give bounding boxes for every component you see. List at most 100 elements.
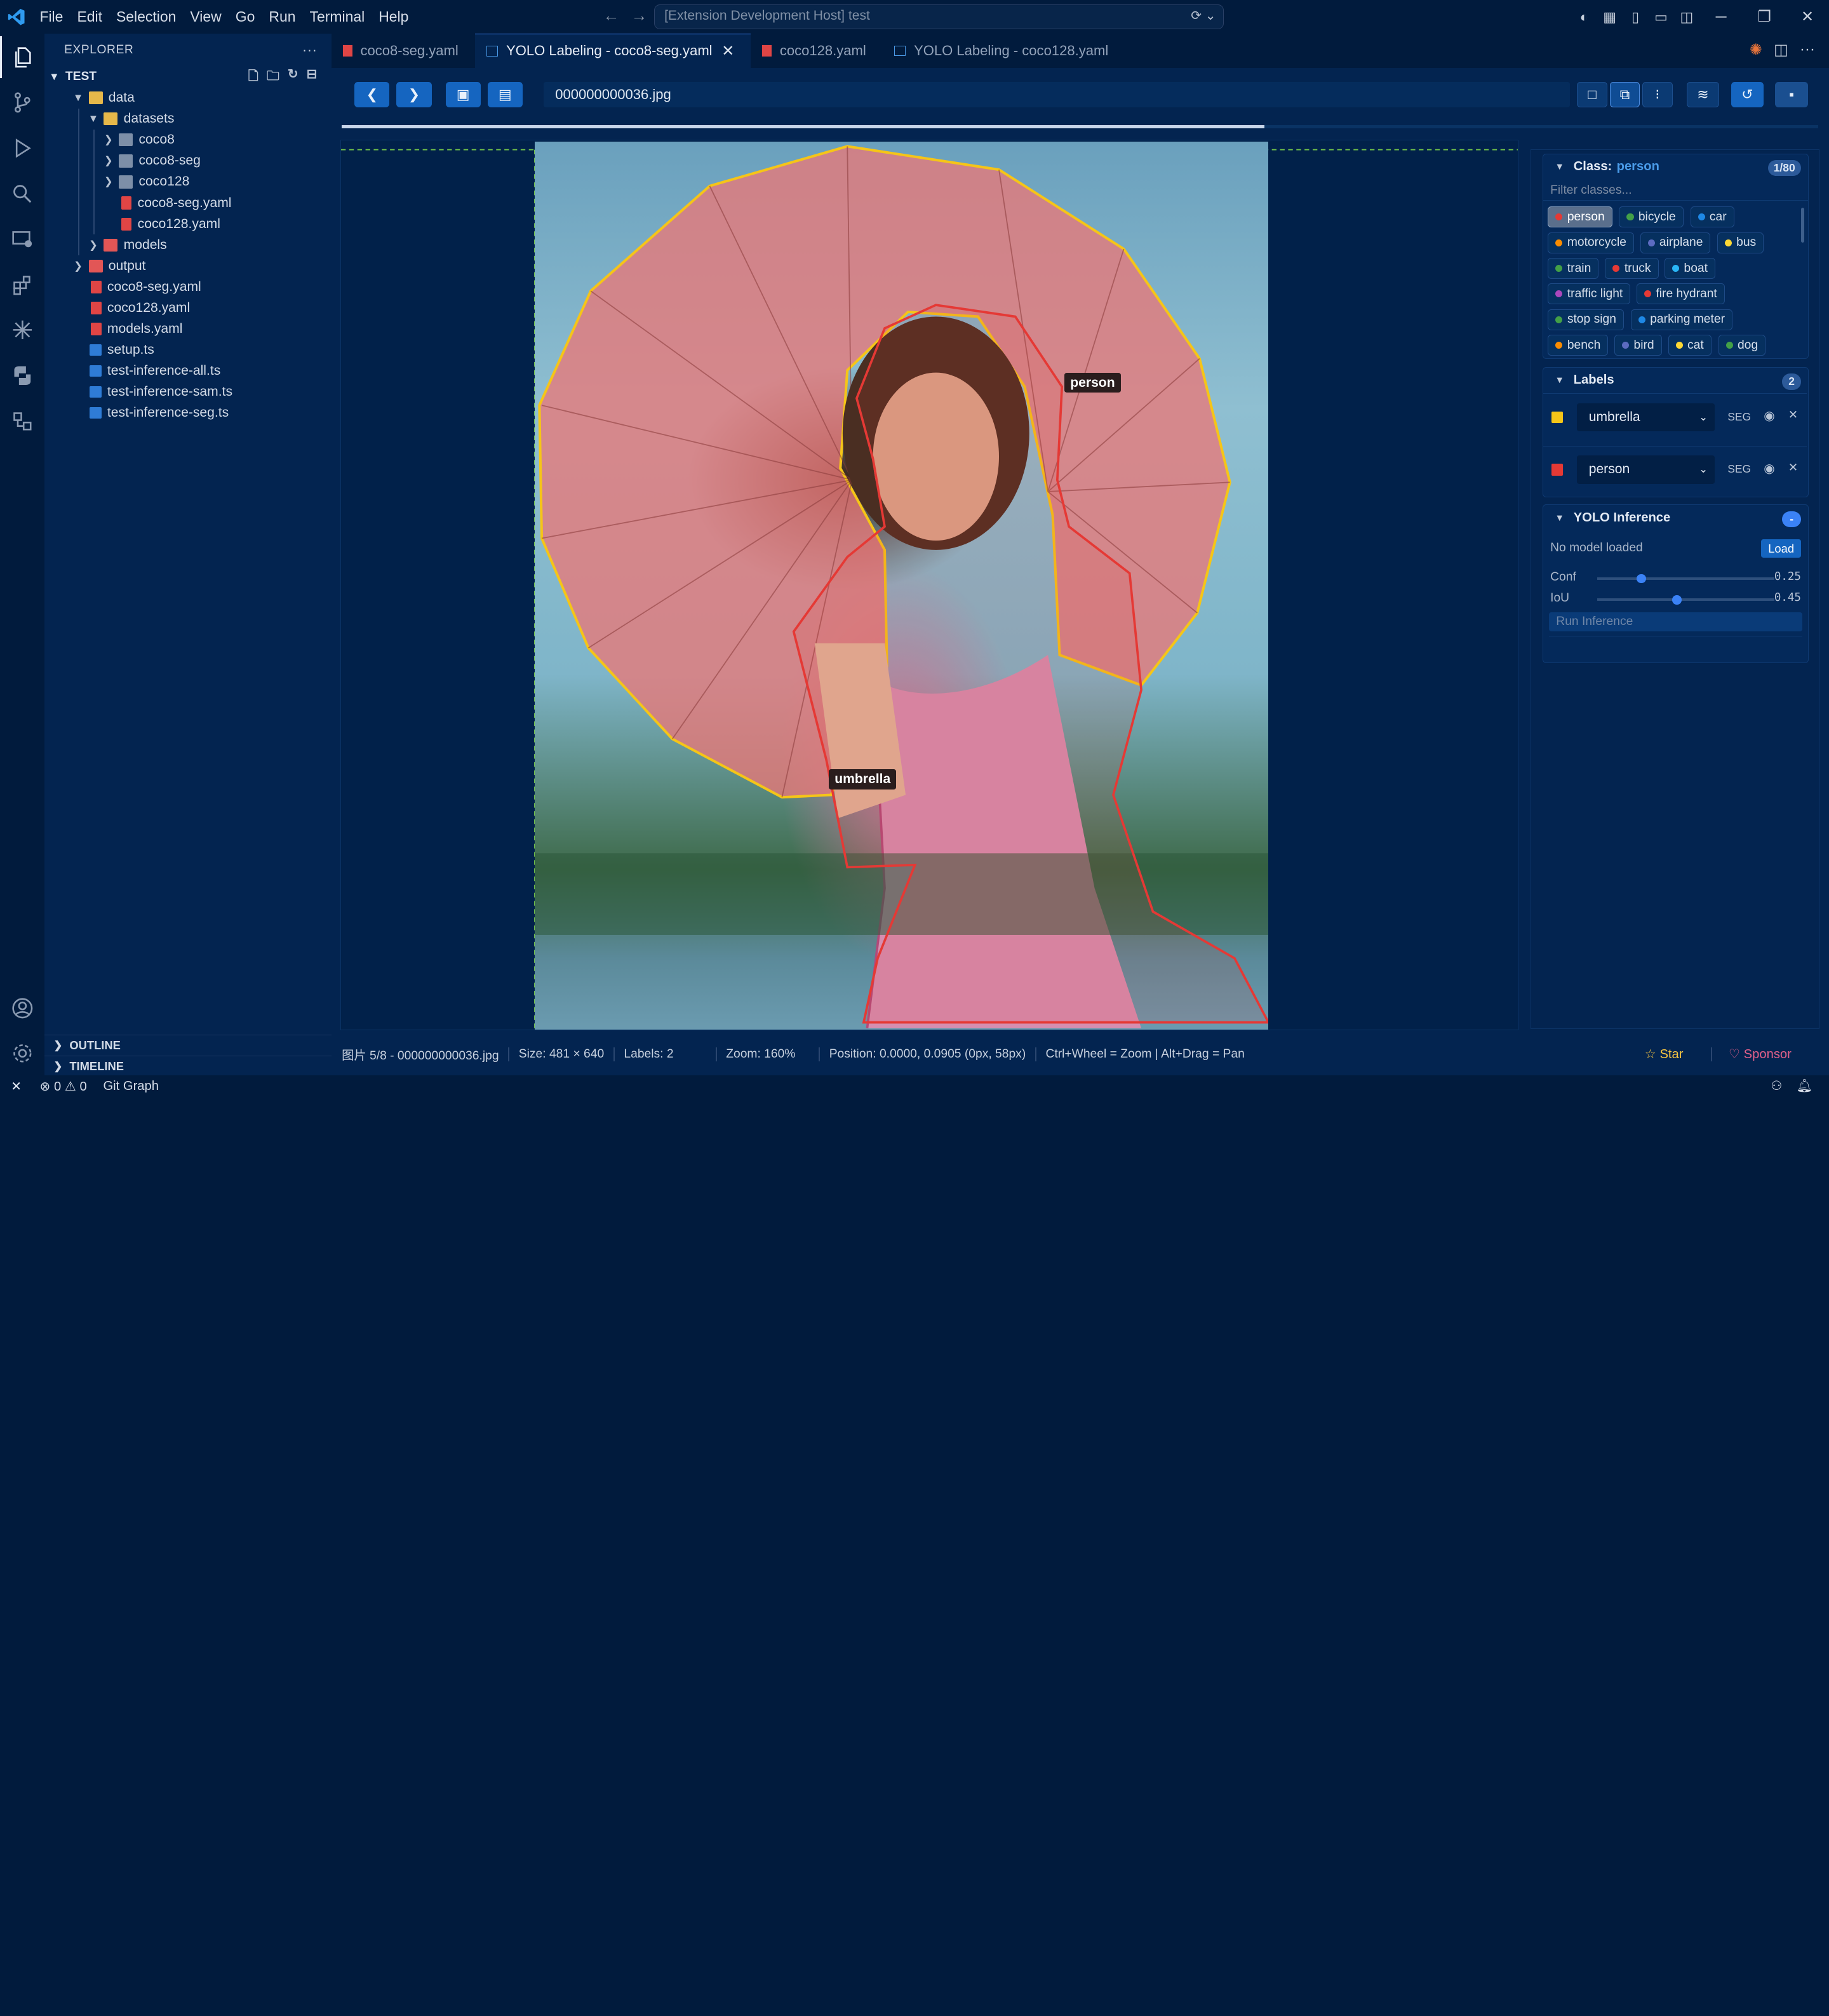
eye-icon[interactable]: ◉ (1764, 460, 1775, 476)
tree-item[interactable]: test-inference-sam.ts (44, 382, 332, 403)
run-inference-button[interactable]: Run Inference (1549, 612, 1802, 631)
copilot-status-icon[interactable]: ⚇ (1771, 1078, 1782, 1094)
minimize-icon[interactable]: ─ (1699, 8, 1743, 26)
conf-slider-knob[interactable] (1637, 574, 1646, 584)
class-chip[interactable]: fire hydrant (1637, 283, 1725, 305)
new-folder-icon[interactable]: 🗀 (267, 66, 279, 88)
class-chip[interactable]: car (1690, 206, 1734, 228)
undo-button[interactable]: ↺ (1731, 81, 1764, 107)
account-icon[interactable] (0, 987, 44, 1029)
menu-help[interactable]: Help (372, 0, 415, 34)
class-chip[interactable]: bus (1717, 232, 1764, 253)
tree-item[interactable]: ▼ data (44, 88, 332, 109)
open-image-button[interactable]: ▣ (445, 81, 481, 107)
class-chip[interactable]: train (1548, 258, 1599, 279)
eye-icon[interactable]: ◉ (1764, 408, 1775, 424)
copilot-icon[interactable]: ⟳ ⌄ (1191, 5, 1216, 27)
forward-arrow-icon[interactable]: → (631, 7, 648, 25)
settings-gear-icon[interactable] (0, 1032, 44, 1074)
refresh-icon[interactable]: ↻ (288, 66, 298, 88)
tree-item[interactable]: setup.ts (44, 339, 332, 360)
menu-terminal[interactable]: Terminal (303, 0, 372, 34)
more-actions-icon[interactable]: ··· (1800, 41, 1815, 59)
toggle-panel-icon[interactable]: ▭ (1648, 9, 1673, 25)
tree-item[interactable]: models.yaml (44, 318, 332, 339)
menu-edit[interactable]: Edit (70, 0, 109, 34)
class-chip[interactable]: dog (1718, 335, 1766, 356)
open-label-file-button[interactable]: ▤ (487, 81, 523, 107)
split-editor-icon[interactable]: ◫ (1774, 41, 1788, 59)
restore-icon[interactable]: ❐ (1743, 8, 1786, 26)
delete-label-icon[interactable]: ✕ (1788, 460, 1798, 474)
toggle-sidebar-icon[interactable]: ▯ (1623, 9, 1648, 25)
class-chip[interactable]: airplane (1640, 232, 1711, 253)
layers-button[interactable]: ≋ (1686, 81, 1720, 107)
tab-coco8-seg-yaml[interactable]: coco8-seg.yaml (332, 34, 475, 67)
class-chip[interactable]: boat (1665, 258, 1715, 279)
class-list-scrollbar[interactable] (1800, 208, 1805, 243)
tree-item[interactable]: ▼ datasets (44, 108, 332, 130)
class-chip[interactable]: bench (1548, 335, 1609, 356)
prev-image-button[interactable]: ❮ (354, 81, 390, 107)
person-segment-label[interactable]: person (1064, 372, 1121, 393)
tree-item[interactable]: test-inference-seg.ts (44, 403, 332, 424)
class-card-header[interactable]: ▼ Class: person 1/80 (1543, 154, 1808, 180)
next-image-button[interactable]: ❯ (396, 81, 432, 107)
source-control-icon[interactable] (0, 82, 44, 124)
tab-yolo-labeling-coco128[interactable]: YOLO Labeling - coco128.yaml (883, 34, 1125, 67)
box-mode-button[interactable]: □ (1577, 81, 1607, 107)
class-chip[interactable]: bird (1614, 335, 1662, 356)
run-debug-icon[interactable] (0, 127, 44, 169)
command-center[interactable]: [Extension Development Host] test ⟳ ⌄ (654, 4, 1224, 29)
iou-slider-knob[interactable] (1672, 595, 1682, 605)
menu-run[interactable]: Run (262, 0, 302, 34)
remote-explorer-icon[interactable] (0, 218, 44, 260)
close-tab-icon[interactable]: ✕ (721, 42, 734, 60)
umbrella-segment-label[interactable]: umbrella (829, 769, 897, 790)
pose-mode-button[interactable]: ⁝ (1642, 81, 1673, 107)
copilot-sparkle-icon[interactable] (0, 309, 44, 351)
class-chip[interactable]: stop sign (1548, 309, 1624, 330)
tab-yolo-labeling-coco8-seg[interactable]: YOLO Labeling - coco8-seg.yaml ✕ (474, 34, 751, 68)
tree-item[interactable]: coco8-seg.yaml (44, 276, 332, 297)
copilot-star-icon[interactable]: ✺ (1750, 41, 1762, 59)
workspace-section-header[interactable]: ▼ TEST 🗋 🗀 ↻ ⊟ (44, 67, 332, 88)
notifications-bell-icon[interactable]: 🔔︎ (1797, 1078, 1813, 1094)
menu-view[interactable]: View (183, 0, 228, 34)
labels-card-header[interactable]: ▼ Labels 2 (1543, 368, 1808, 393)
load-model-button[interactable]: Load (1761, 539, 1801, 558)
timeline-section[interactable]: ❯ TIMELINE (44, 1056, 332, 1077)
class-chip[interactable]: person (1548, 206, 1612, 228)
delete-label-icon[interactable]: ✕ (1788, 408, 1798, 422)
tree-item[interactable]: ❯ models (44, 234, 332, 256)
label-row[interactable]: umbrella ⌄ SEG ◉ ✕ (1543, 393, 1807, 440)
tree-item[interactable]: ❯ coco8 (44, 129, 332, 151)
polygon-mode-button[interactable]: ⧉ (1609, 81, 1640, 107)
image-filename-field[interactable]: 000000000036.jpg (543, 81, 1571, 107)
extensions-icon[interactable] (0, 264, 44, 306)
label-class-select[interactable]: person ⌄ (1577, 455, 1715, 484)
tree-item[interactable]: coco8-seg.yaml (44, 192, 332, 214)
tree-item[interactable]: ❯ output (44, 255, 332, 276)
star-link[interactable]: ☆ Star (1645, 1046, 1684, 1062)
sponsor-link[interactable]: ♡ Sponsor (1729, 1046, 1792, 1062)
class-chip[interactable]: bicycle (1619, 206, 1684, 228)
git-graph-status[interactable]: Git Graph (103, 1079, 159, 1094)
menu-go[interactable]: Go (229, 0, 262, 34)
collapse-all-icon[interactable]: ⊟ (307, 66, 318, 88)
label-row[interactable]: person ⌄ SEG ◉ ✕ (1543, 445, 1807, 492)
remote-indicator-icon[interactable]: ✕ (0, 1079, 32, 1094)
iou-slider[interactable] (1597, 595, 1774, 605)
outline-section[interactable]: ❯ OUTLINE (44, 1035, 332, 1056)
git-graph-icon[interactable] (0, 400, 44, 442)
conf-slider[interactable] (1597, 574, 1774, 584)
labeled-image[interactable]: person umbrella (535, 142, 1269, 1030)
tree-item[interactable]: coco128.yaml (44, 213, 332, 235)
save-button[interactable]: ▪ (1775, 81, 1808, 107)
new-file-icon[interactable]: 🗋 (248, 66, 258, 88)
menu-file[interactable]: File (32, 0, 70, 34)
class-chip[interactable]: cat (1668, 335, 1712, 356)
explorer-icon[interactable] (0, 36, 44, 79)
toggle-secondary-sidebar-icon[interactable]: ◫ (1674, 9, 1699, 25)
class-filter-input[interactable]: Filter classes... (1543, 180, 1808, 201)
